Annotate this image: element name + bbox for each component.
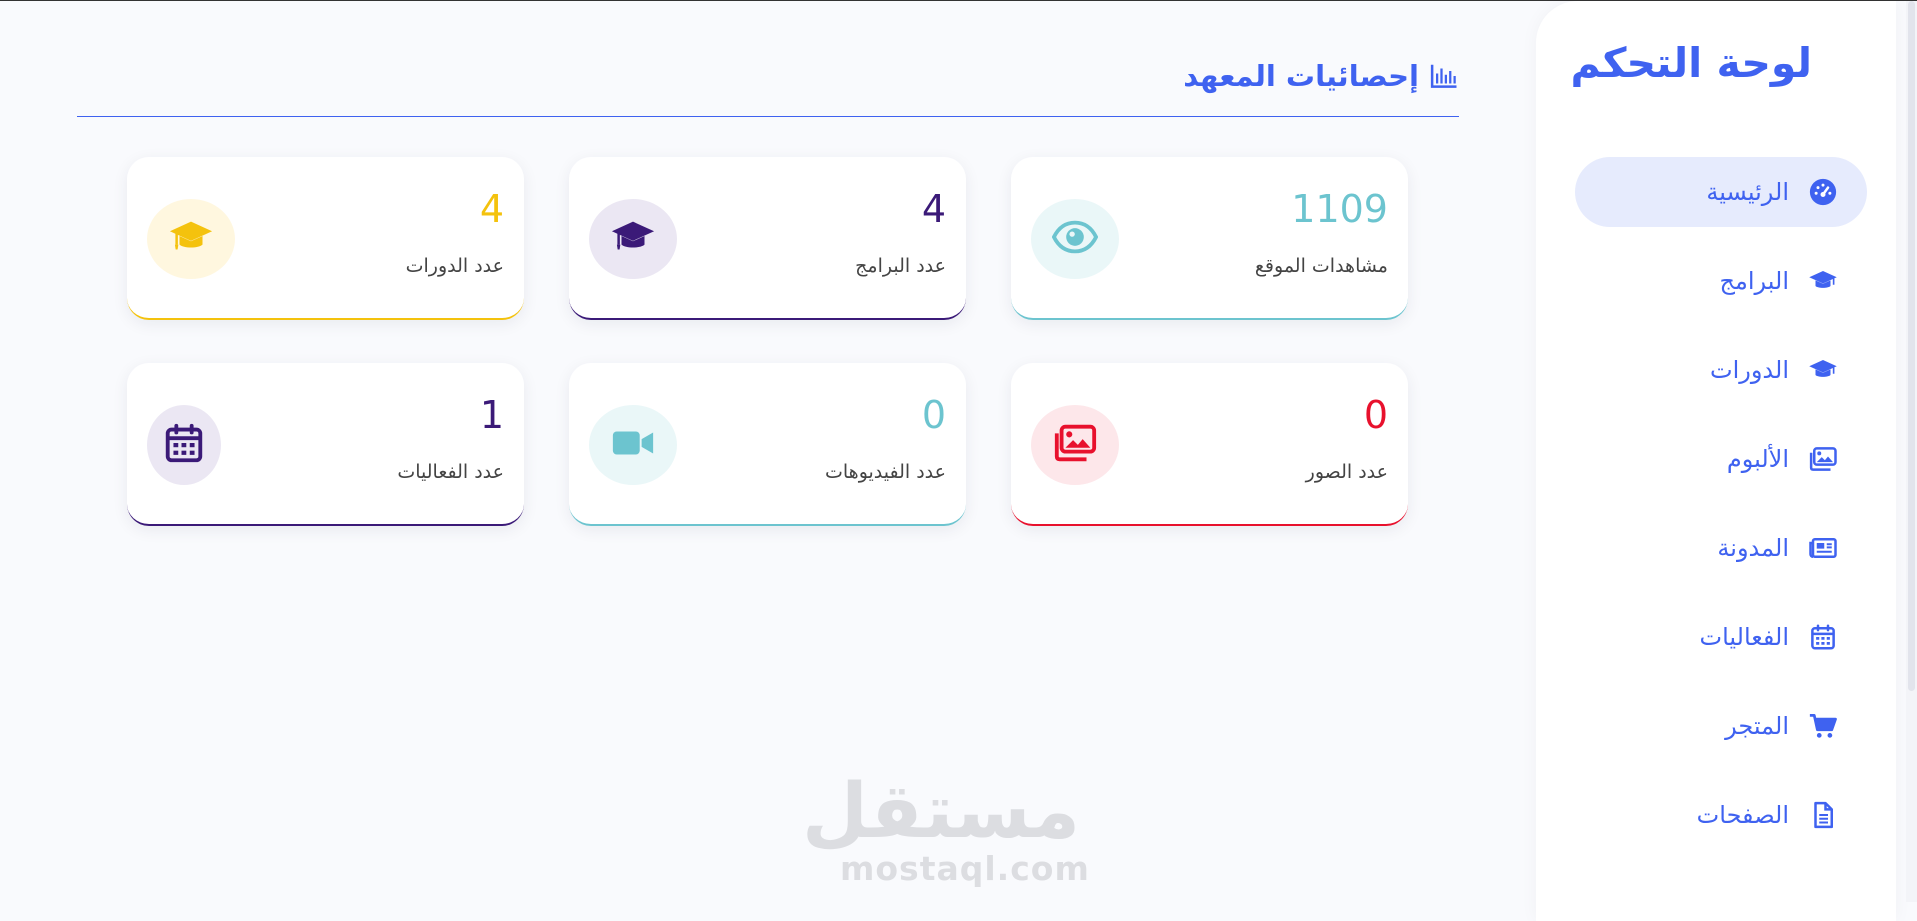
sidebar: لوحة التحكم الرئيسية البرامج الدورات الأ… xyxy=(1536,1,1896,921)
watermark-latin: mostaql.com xyxy=(840,849,1090,888)
stat-card-events: 1 عدد الفعاليات xyxy=(127,363,524,526)
stat-value: 4 xyxy=(921,187,946,231)
sidebar-item-label: المتجر xyxy=(1725,712,1789,740)
sidebar-item-label: البرامج xyxy=(1719,267,1789,295)
stat-value: 0 xyxy=(921,393,946,437)
stat-card-images: 0 عدد الصور xyxy=(1011,363,1408,526)
sidebar-nav: الرئيسية البرامج الدورات الألبوم المدونة xyxy=(1575,157,1867,869)
sidebar-item-label: الألبوم xyxy=(1726,445,1789,473)
cart-icon xyxy=(1807,710,1839,742)
eye-icon xyxy=(1051,214,1099,264)
newspaper-icon xyxy=(1807,532,1839,564)
images-icon xyxy=(1807,443,1839,475)
stat-badge xyxy=(1031,405,1119,485)
stat-label: عدد الدورات xyxy=(405,255,504,277)
graduation-cap-icon xyxy=(1807,265,1839,297)
graduation-cap-icon xyxy=(168,214,214,264)
page-scrollbar[interactable] xyxy=(1906,1,1917,902)
graduation-cap-icon xyxy=(1807,354,1839,386)
stat-badge xyxy=(147,199,235,279)
stat-label: عدد الصور xyxy=(1305,461,1388,483)
sidebar-item-label: الصفحات xyxy=(1696,801,1789,829)
stat-card-views: 1109 مشاهدات الموقع xyxy=(1011,157,1408,320)
sidebar-item-store[interactable]: المتجر xyxy=(1575,691,1867,761)
stat-value: 0 xyxy=(1363,393,1388,437)
file-icon xyxy=(1807,799,1839,831)
calendar-icon xyxy=(161,420,207,470)
section-divider xyxy=(77,116,1459,117)
section-title-text: إحصائيات المعهد xyxy=(1183,59,1419,93)
stat-label: عدد البرامج xyxy=(855,255,946,277)
sidebar-item-pages[interactable]: الصفحات xyxy=(1575,780,1867,850)
sidebar-title: لوحة التحكم xyxy=(1570,39,1812,87)
dashboard-icon xyxy=(1807,176,1839,208)
stat-badge xyxy=(147,405,221,485)
bar-chart-icon xyxy=(1429,61,1459,91)
section-title: إحصائيات المعهد xyxy=(1183,59,1459,93)
sidebar-item-courses[interactable]: الدورات xyxy=(1575,335,1867,405)
stat-label: عدد الفعاليات xyxy=(397,461,504,483)
stat-label: عدد الفيديوهات xyxy=(825,461,946,483)
stat-label: مشاهدات الموقع xyxy=(1254,255,1388,277)
stat-card-videos: 0 عدد الفيديوهات xyxy=(569,363,966,526)
mostaql-watermark: مستقل mostaql.com xyxy=(802,766,1090,888)
sidebar-item-label: الدورات xyxy=(1709,356,1789,384)
graduation-cap-icon xyxy=(610,214,656,264)
sidebar-item-label: المدونة xyxy=(1717,534,1789,562)
stat-value: 1 xyxy=(479,393,504,437)
stat-badge xyxy=(589,199,677,279)
sidebar-item-label: الفعاليات xyxy=(1699,623,1789,651)
stat-badge xyxy=(1031,199,1119,279)
stat-card-courses: 4 عدد الدورات xyxy=(127,157,524,320)
images-icon xyxy=(1052,420,1098,470)
sidebar-item-programs[interactable]: البرامج xyxy=(1575,246,1867,316)
sidebar-item-blog[interactable]: المدونة xyxy=(1575,513,1867,583)
sidebar-item-album[interactable]: الألبوم xyxy=(1575,424,1867,494)
sidebar-item-label: الرئيسية xyxy=(1706,178,1789,206)
stat-value: 4 xyxy=(479,187,504,231)
stat-card-programs: 4 عدد البرامج xyxy=(569,157,966,320)
stat-badge xyxy=(589,405,677,485)
sidebar-item-events[interactable]: الفعاليات xyxy=(1575,602,1867,672)
calendar-icon xyxy=(1807,621,1839,653)
sidebar-item-home[interactable]: الرئيسية xyxy=(1575,157,1867,227)
watermark-arabic: مستقل xyxy=(802,766,1080,855)
stat-value: 1109 xyxy=(1291,187,1388,231)
video-icon xyxy=(610,420,656,470)
scrollbar-thumb[interactable] xyxy=(1908,1,1915,691)
